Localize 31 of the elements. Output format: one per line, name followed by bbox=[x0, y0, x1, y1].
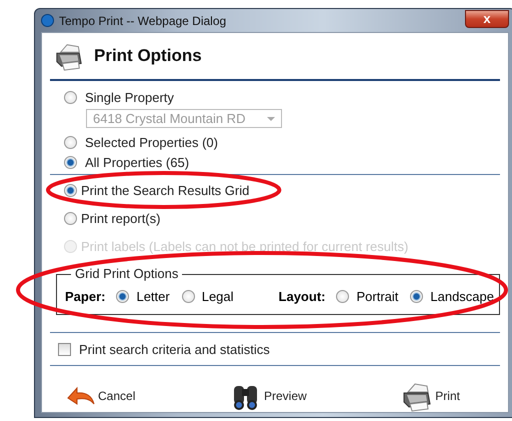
field-label: Paper: bbox=[65, 289, 106, 304]
radio-button[interactable] bbox=[410, 290, 424, 303]
option-label: Landscape bbox=[430, 289, 494, 304]
checkbox[interactable] bbox=[58, 342, 71, 356]
radio-button[interactable] bbox=[64, 136, 77, 148]
option-label: Letter bbox=[136, 289, 170, 304]
field-label: Layout: bbox=[278, 289, 326, 304]
caret-icon bbox=[267, 116, 275, 120]
radio-button[interactable] bbox=[64, 90, 77, 104]
option-label: Selected Properties (0) bbox=[85, 134, 218, 150]
print-button[interactable]: Print bbox=[401, 380, 460, 412]
checkbox-label: Print search criteria and statistics bbox=[79, 342, 270, 356]
option-label: All Properties (65) bbox=[85, 154, 190, 170]
close-button[interactable]: x bbox=[465, 10, 509, 28]
window-title: Tempo Print -- Webpage Dialog bbox=[59, 14, 226, 28]
dialog-heading: Print Options bbox=[94, 46, 202, 66]
cancel-button[interactable]: Cancel bbox=[64, 380, 136, 412]
option-label: Portrait bbox=[356, 289, 398, 304]
browser-icon bbox=[41, 14, 54, 27]
radio-button[interactable] bbox=[64, 184, 77, 196]
option-label: Print the Search Results Grid bbox=[81, 182, 250, 198]
preview-button[interactable]: Preview bbox=[230, 380, 307, 412]
option-label: Single Property bbox=[85, 90, 174, 104]
option-label: Legal bbox=[202, 289, 234, 304]
radio-button[interactable] bbox=[182, 290, 195, 303]
radio-button[interactable] bbox=[64, 156, 77, 168]
option-label: Print report(s) bbox=[81, 210, 160, 226]
radio-button[interactable] bbox=[64, 212, 77, 224]
radio-button[interactable] bbox=[116, 290, 130, 303]
radio-button[interactable] bbox=[336, 290, 350, 303]
group-legend: Grid Print Options bbox=[71, 266, 182, 281]
